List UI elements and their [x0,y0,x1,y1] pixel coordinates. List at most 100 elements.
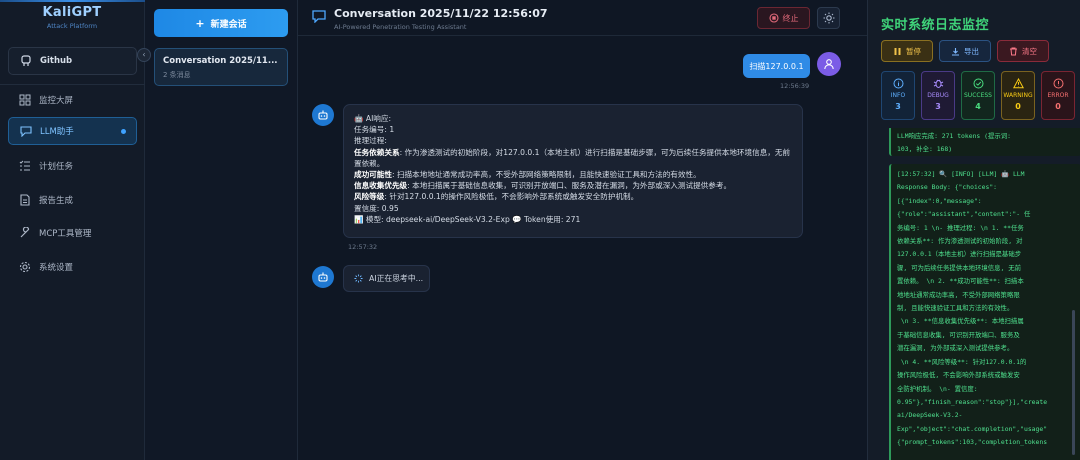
pause-label: 暂停 [906,46,921,56]
brand-name: KaliGPT [42,5,102,20]
sidebar-item-label: 报告生成 [39,196,74,206]
sidebar-item-llm-assistant[interactable]: LLM助手 [8,117,137,145]
chat-panel: Conversation 2025/11/22 12:56:07 AI-Powe… [298,0,867,460]
github-icon [19,55,32,68]
conversation-message-count: 2 条消息 [163,71,191,79]
check-circle-icon [972,77,984,89]
task-list-icon [18,160,31,173]
stat-error[interactable]: ERROR 0 [1041,71,1075,120]
stat-count: 4 [975,102,981,111]
nav-divider [0,84,145,85]
log-entry: [12:57:32] 🔍 [INFO] [LLM] 🤖 LLM Response… [889,164,1080,460]
chat-icon [19,125,32,138]
reasoning-item: 任务依赖关系: 作为渗透测试的初始阶段，对127.0.0.1（本地主机）进行扫描… [354,147,792,169]
confidence: 置信度: 0.95 [354,203,399,213]
stop-button[interactable]: 终止 [757,7,810,29]
warning-icon [1012,77,1024,89]
log-scrollbar[interactable] [1072,310,1075,455]
pause-icon [894,47,901,55]
bug-icon [932,77,944,89]
clear-button[interactable]: 清空 [997,40,1049,62]
user-icon [824,59,834,70]
stat-count: 0 [1015,102,1021,111]
plus-icon: + [195,16,205,30]
conversation-subtitle: AI-Powered Penetration Testing Assistant [334,23,467,31]
sidebar-item-label: 计划任务 [39,162,74,172]
sidebar-item-dashboard[interactable]: 监控大屏 [8,86,137,114]
stat-debug[interactable]: DEBUG 3 [921,71,955,120]
assistant-avatar [312,266,334,288]
spinner-icon [354,274,363,283]
reasoning-item: 风险等级: 针对127.0.0.1的操作风险极低，不会影响外部系统或触发安全防护… [354,191,792,202]
sidebar-item-label: 监控大屏 [39,96,74,106]
stat-success[interactable]: SUCCESS 4 [961,71,995,120]
stat-count: 0 [1055,102,1061,111]
stat-info[interactable]: INFO 3 [881,71,915,120]
sidebar-item-report[interactable]: 报告生成 [8,186,137,214]
stat-label: WARNING [1003,92,1033,99]
trash-icon [1010,47,1017,55]
stat-label: DEBUG [927,92,949,99]
wrench-icon [18,227,31,240]
thinking-text: AI正在思考中... [369,274,424,283]
robot-icon [318,272,328,282]
stat-label: ERROR [1047,92,1069,99]
reasoning-label: 推理过程: [354,136,387,146]
stop-label: 终止 [782,13,799,23]
stat-label: INFO [890,92,906,99]
github-label: Github [40,56,73,66]
log-monitor-panel: 实时系统日志监控 暂停 导出 清空 INFO 3 DEBUG 3 SUCCESS… [867,0,1080,460]
document-icon [18,194,31,207]
reasoning-item-text: : 作为渗透测试的初始阶段，对127.0.0.1（本地主机）进行扫描是基础步骤，… [354,147,791,168]
stat-warning[interactable]: WARNING 0 [1001,71,1035,120]
sidebar-item-settings[interactable]: 系统设置 [8,253,137,281]
task-number: 任务编号: 1 [354,125,395,135]
log-entry: LLM响应完成: 271 tokens (提示词: 103, 补全: 168) [889,128,1080,156]
conversation-icon [312,10,326,23]
export-button[interactable]: 导出 [939,40,991,62]
sidebar-item-scheduled-tasks[interactable]: 计划任务 [8,152,137,180]
sidebar-item-label: MCP工具管理 [39,229,92,239]
user-avatar [817,52,841,76]
collapse-sidebar-button[interactable]: ‹ [137,48,151,62]
stat-count: 3 [895,102,901,111]
reasoning-item-text: : 针对127.0.0.1的操作风险极低，不会影响外部系统或触发安全防护机制。 [384,192,639,202]
reasoning-item-label: 成功可能性 [354,170,392,180]
sidebar-item-label: LLM助手 [40,127,74,137]
clear-label: 清空 [1022,46,1037,56]
active-indicator-dot [121,129,126,134]
conversation-item[interactable]: Conversation 2025/11... 2 条消息 [154,48,288,86]
reasoning-item-text: : 扫描本地地址通常成功率高，不受外部网络策略限制，且能快速验证工具和方法的有效… [391,170,701,180]
info-icon [892,77,904,89]
conversation-list-panel: + 新建会话 Conversation 2025/11... 2 条消息 [145,0,298,460]
log-panel-title: 实时系统日志监控 [881,18,990,33]
chat-header: Conversation 2025/11/22 12:56:07 AI-Powe… [298,0,867,36]
brand-accent-line [0,0,145,2]
reasoning-item-label: 信息收集优先级 [354,181,408,191]
assistant-message-bubble: 🤖 AI响应: 任务编号: 1 推理过程: 任务依赖关系: 作为渗透测试的初始阶… [343,104,803,238]
message-timestamp: 12:56:39 [780,82,810,90]
sidebar-item-mcp-tools[interactable]: MCP工具管理 [8,219,137,247]
conversation-title: Conversation 2025/11... [163,56,278,66]
assistant-avatar [312,104,334,126]
stop-icon [768,13,779,23]
sun-settings-icon [823,12,834,24]
stat-label: SUCCESS [964,92,992,99]
new-conversation-button[interactable]: + 新建会话 [154,9,288,37]
log-list: LLM响应完成: 271 tokens (提示词: 103, 补全: 168) … [881,128,1080,460]
sidebar-item-label: 系统设置 [39,263,74,273]
brand-subtitle: Attack Platform [46,22,98,30]
model-token-info: 📊 模型: deepseek-ai/DeepSeek-V3.2-Exp 💬 To… [354,214,581,224]
error-icon [1052,77,1064,89]
github-link[interactable]: Github [8,47,137,75]
pause-button[interactable]: 暂停 [881,40,933,62]
chat-settings-button[interactable] [817,7,840,29]
conversation-title: Conversation 2025/11/22 12:56:07 [334,7,548,20]
robot-icon [318,110,328,120]
export-label: 导出 [964,46,979,56]
reasoning-item-label: 风险等级 [354,192,385,202]
download-icon [952,47,959,56]
new-conversation-label: 新建会话 [210,19,247,30]
stat-count: 3 [935,102,941,111]
gear-icon [18,261,31,274]
